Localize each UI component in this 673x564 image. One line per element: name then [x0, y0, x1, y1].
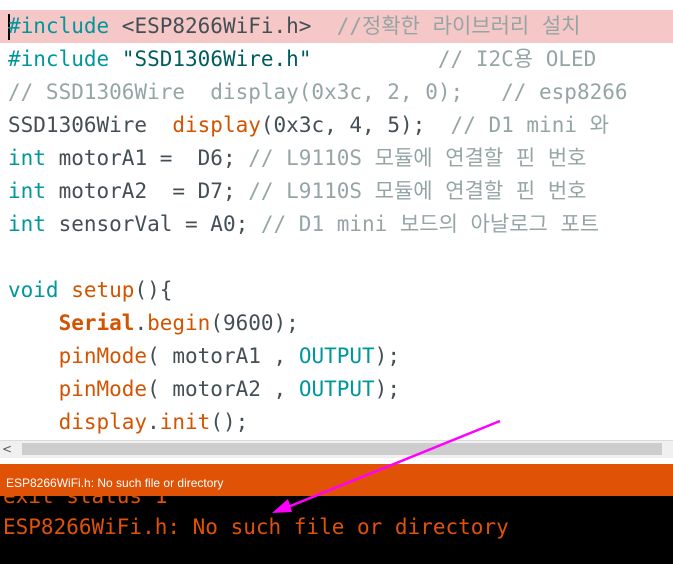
code-token: void: [8, 278, 59, 302]
code-token: setup: [71, 278, 135, 302]
console-error-line: ESP8266WiFi.h: No such file or directory: [3, 515, 509, 539]
code-token: // SSD1306Wire display(0x3c, 2, 0); // e…: [8, 80, 628, 104]
code-token: init: [159, 410, 211, 434]
code-token: <ESP8266WiFi.h>: [109, 14, 337, 38]
code-token: display: [172, 113, 261, 137]
code-token: OUTPUT: [298, 377, 375, 401]
code-token: // L9110S 모듈에 연결할 핀 번호: [248, 146, 587, 170]
code-token: );: [374, 377, 400, 401]
code-line[interactable]: #include "SSD1306Wire.h" // I2C용 OLED: [8, 43, 596, 76]
code-token: // I2C용 OLED: [437, 47, 597, 71]
code-line[interactable]: pinMode( motorA1 , OUTPUT);: [8, 340, 400, 373]
code-line[interactable]: SSD1306Wire display(0x3c, 4, 5); // D1 m…: [8, 109, 609, 142]
code-token: motorA2 = D7;: [45, 179, 249, 203]
code-token: Serial: [58, 311, 135, 335]
code-line[interactable]: display.init();: [8, 406, 249, 439]
code-token: .: [147, 410, 160, 434]
code-token: // D1 mini 와: [450, 113, 609, 137]
code-token: (){: [134, 278, 173, 302]
code-line[interactable]: pinMode( motorA2 , OUTPUT);: [8, 373, 400, 406]
code-line[interactable]: int motorA2 = D7; // L9110S 모듈에 연결할 핀 번호: [8, 175, 586, 208]
horizontal-scrollbar[interactable]: <: [0, 440, 673, 458]
code-token: int: [8, 179, 46, 203]
code-line[interactable]: Serial.begin(9600);: [8, 307, 299, 340]
code-token: ( motorA1 ,: [147, 344, 299, 368]
code-token: pinMode: [58, 344, 148, 368]
code-token: //정확한 라이브러리 설치: [336, 14, 581, 38]
code-token: begin: [147, 311, 211, 335]
code-token: (0x3c, 4, 5);: [260, 113, 451, 137]
code-line[interactable]: // SSD1306Wire display(0x3c, 2, 0); // e…: [8, 76, 628, 109]
code-line[interactable]: void setup(){: [8, 274, 172, 307]
code-editor[interactable]: #include <ESP8266WiFi.h> //정확한 라이브러리 설치 …: [0, 0, 673, 440]
code-token: ();: [210, 410, 249, 434]
code-line[interactable]: int sensorVal = A0; // D1 mini 보드의 아날로그 …: [8, 208, 599, 241]
code-token: .: [134, 311, 148, 335]
scroll-left-icon[interactable]: <: [2, 441, 16, 458]
code-line[interactable]: #include <ESP8266WiFi.h> //정확한 라이브러리 설치: [8, 10, 581, 43]
console-output[interactable]: exit status 1 ESP8266WiFi.h: No such fil…: [0, 496, 673, 564]
code-token: ( motorA2 ,: [147, 377, 299, 401]
code-token: // D1 mini 보드의 아날로그 포트: [260, 212, 600, 236]
code-line[interactable]: int motorA1 = D6; // L9110S 모듈에 연결할 핀 번호: [8, 142, 586, 175]
code-token: #include: [8, 47, 110, 71]
code-token: (9600);: [210, 311, 299, 335]
code-token: OUTPUT: [298, 344, 375, 368]
code-token: int: [8, 212, 46, 236]
code-token: int: [8, 146, 46, 170]
code-token: // L9110S 모듈에 연결할 핀 번호: [248, 179, 587, 203]
code-token: sensorVal = A0;: [45, 212, 261, 236]
code-token: SSD1306Wire: [8, 113, 173, 137]
code-token: #include: [8, 14, 110, 38]
code-token: pinMode: [58, 377, 148, 401]
code-token: );: [374, 344, 400, 368]
status-bar: ESP8266WiFi.h: No such file or directory: [0, 464, 673, 496]
code-token: "SSD1306Wire.h": [121, 47, 312, 71]
scrollbar-thumb[interactable]: [22, 443, 662, 455]
code-token: display: [58, 410, 148, 434]
code-token: motorA1 = D6;: [45, 146, 249, 170]
